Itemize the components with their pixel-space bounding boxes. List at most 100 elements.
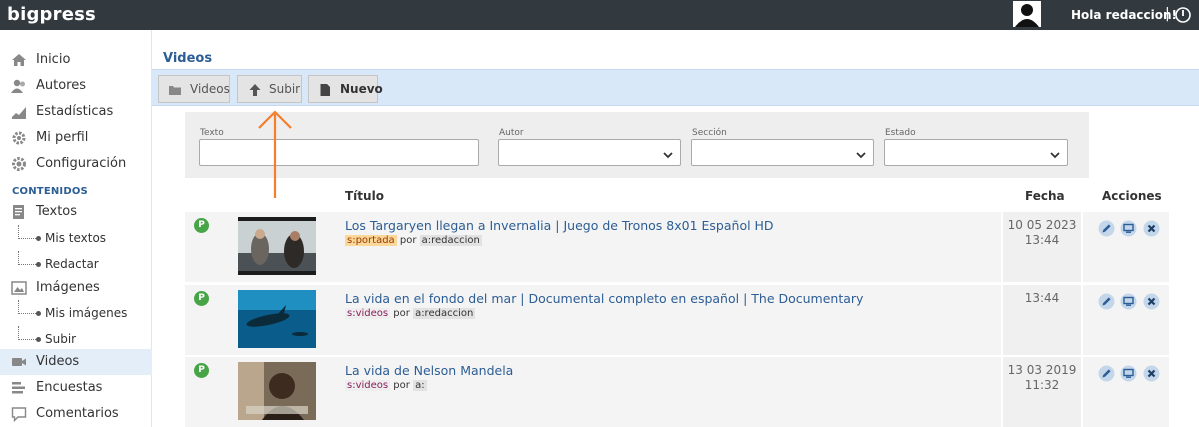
column-fecha[interactable]: Fecha [1025, 189, 1065, 203]
sidebar-item-label: Estadísticas [36, 104, 114, 119]
chevron-down-icon [1049, 146, 1061, 159]
image-icon [11, 280, 27, 296]
section-tag[interactable]: s:videos [345, 308, 391, 319]
comment-icon [11, 406, 27, 423]
edit-pencil-icon[interactable] [1098, 293, 1115, 310]
autor-label: Autor [499, 128, 524, 138]
preview-monitor-icon[interactable] [1120, 220, 1137, 237]
sidebar-item-imagenes[interactable]: Imágenes [0, 275, 152, 301]
sidebar-item-label: Imágenes [36, 280, 100, 295]
brand-logo[interactable]: bigpress [7, 4, 96, 25]
autor-select[interactable] [498, 139, 681, 166]
sidebar-item-comentarios[interactable]: Comentarios [0, 401, 152, 427]
gear-icon [11, 156, 27, 172]
sidebar-subitem-mis-textos[interactable]: Mis textos [0, 225, 152, 251]
upload-arrow-icon [248, 83, 262, 97]
sidebar-item-label: Videos [36, 354, 80, 369]
tree-dot [36, 236, 41, 241]
sidebar-subitem-redactar[interactable]: Redactar [0, 251, 152, 277]
sidebar-item-label: Inicio [36, 52, 71, 67]
delete-x-icon[interactable] [1143, 293, 1160, 310]
section-tag[interactable]: s:videos [345, 380, 391, 391]
stats-icon [11, 104, 27, 120]
texto-input[interactable] [199, 139, 479, 166]
document-icon [11, 204, 27, 220]
nuevo-button-label: Nuevo [340, 82, 383, 96]
preview-monitor-icon[interactable] [1120, 365, 1137, 382]
sidebar-item-configuracion[interactable]: Configuración [0, 151, 152, 177]
por-label: por [393, 308, 410, 319]
sidebar-item-textos[interactable]: Textos [0, 199, 152, 225]
table-row: P La vida en el fondo del mar | Document… [185, 285, 1169, 355]
chevron-down-icon [662, 146, 674, 159]
section-tag[interactable]: s:portada [345, 235, 397, 246]
column-titulo[interactable]: Título [345, 189, 384, 203]
video-time: 13:44 [1024, 291, 1060, 305]
author-tag[interactable]: a:redaccion [419, 235, 482, 246]
tree-dot [36, 311, 41, 316]
sidebar-item-encuestas[interactable]: Encuestas [0, 375, 152, 401]
texto-label: Texto [200, 128, 224, 138]
videos-button[interactable]: Videos [158, 75, 230, 103]
video-thumbnail[interactable] [238, 217, 316, 275]
status-badge: P [194, 218, 209, 233]
tree-dot [36, 262, 41, 267]
nuevo-button[interactable]: Nuevo [308, 75, 383, 103]
profile-gear-icon [11, 130, 27, 146]
por-label: por [393, 380, 410, 391]
author-tag[interactable]: a: [413, 380, 427, 391]
separator: | [1165, 6, 1170, 22]
sidebar-item-mi-perfil[interactable]: Mi perfil [0, 125, 152, 151]
video-meta: s:videos por a:redaccion [345, 308, 476, 319]
user-greeting[interactable]: Hola redaccion! [1071, 8, 1177, 22]
sidebar-subitem-mis-imagenes[interactable]: Mis imágenes [0, 300, 152, 326]
home-icon [11, 52, 27, 68]
subir-button-label: Subir [269, 82, 301, 96]
delete-x-icon[interactable] [1143, 220, 1160, 237]
edit-pencil-icon[interactable] [1098, 220, 1115, 237]
table-header: Título Fecha Acciones [185, 178, 1169, 212]
sidebar-item-label: Autores [36, 78, 87, 93]
video-thumbnail[interactable] [238, 290, 316, 348]
tree-line [18, 300, 38, 314]
sidebar-item-label: Configuración [36, 156, 127, 171]
sidebar-item-estadisticas[interactable]: Estadísticas [0, 99, 152, 125]
sidebar-item-videos[interactable]: Videos [0, 349, 152, 375]
sidebar-subitem-label: Subir [45, 332, 77, 346]
poll-icon [11, 380, 27, 396]
section-contenidos: CONTENIDOS [12, 186, 88, 197]
power-icon[interactable] [1174, 6, 1192, 24]
tree-line [18, 225, 38, 239]
sidebar: Inicio Autores Estadísticas Mi perfil Co… [0, 30, 152, 427]
video-title-link[interactable]: La vida en el fondo del mar | Documental… [345, 291, 863, 306]
video-meta: s:videos por a: [345, 380, 427, 391]
video-title-link[interactable]: Los Targaryen llegan a Invernalia | Jueg… [345, 218, 774, 233]
sidebar-item-inicio[interactable]: Inicio [0, 47, 152, 73]
column-acciones: Acciones [1102, 189, 1162, 203]
seccion-label: Sección [692, 128, 727, 138]
por-label: por [399, 235, 417, 246]
subir-button[interactable]: Subir [237, 75, 302, 103]
avatar[interactable] [1013, 1, 1041, 27]
author-tag[interactable]: a:redaccion [413, 308, 476, 319]
table-row: P Los Targaryen llegan a Invernalia | Ju… [185, 212, 1169, 282]
status-badge: P [194, 363, 209, 378]
folder-icon [168, 83, 182, 97]
annotation-arrow-icon [255, 108, 295, 200]
top-bar: bigpress Hola redaccion! | [0, 0, 1199, 30]
new-document-icon [318, 83, 332, 97]
video-date: 13 03 2019 [1007, 363, 1077, 377]
preview-monitor-icon[interactable] [1120, 293, 1137, 310]
tree-line [18, 326, 38, 340]
sidebar-subitem-label: Mis textos [45, 231, 107, 245]
sidebar-item-autores[interactable]: Autores [0, 73, 152, 99]
delete-x-icon[interactable] [1143, 365, 1160, 382]
filters-panel: Texto Autor Sección Estado [185, 112, 1089, 178]
page-title: Videos [163, 51, 213, 66]
video-time: 13:44 [1024, 233, 1060, 247]
video-thumbnail[interactable] [238, 362, 316, 420]
estado-select[interactable] [884, 139, 1068, 166]
seccion-select[interactable] [691, 139, 874, 166]
video-title-link[interactable]: La vida de Nelson Mandela [345, 363, 513, 378]
edit-pencil-icon[interactable] [1098, 365, 1115, 382]
